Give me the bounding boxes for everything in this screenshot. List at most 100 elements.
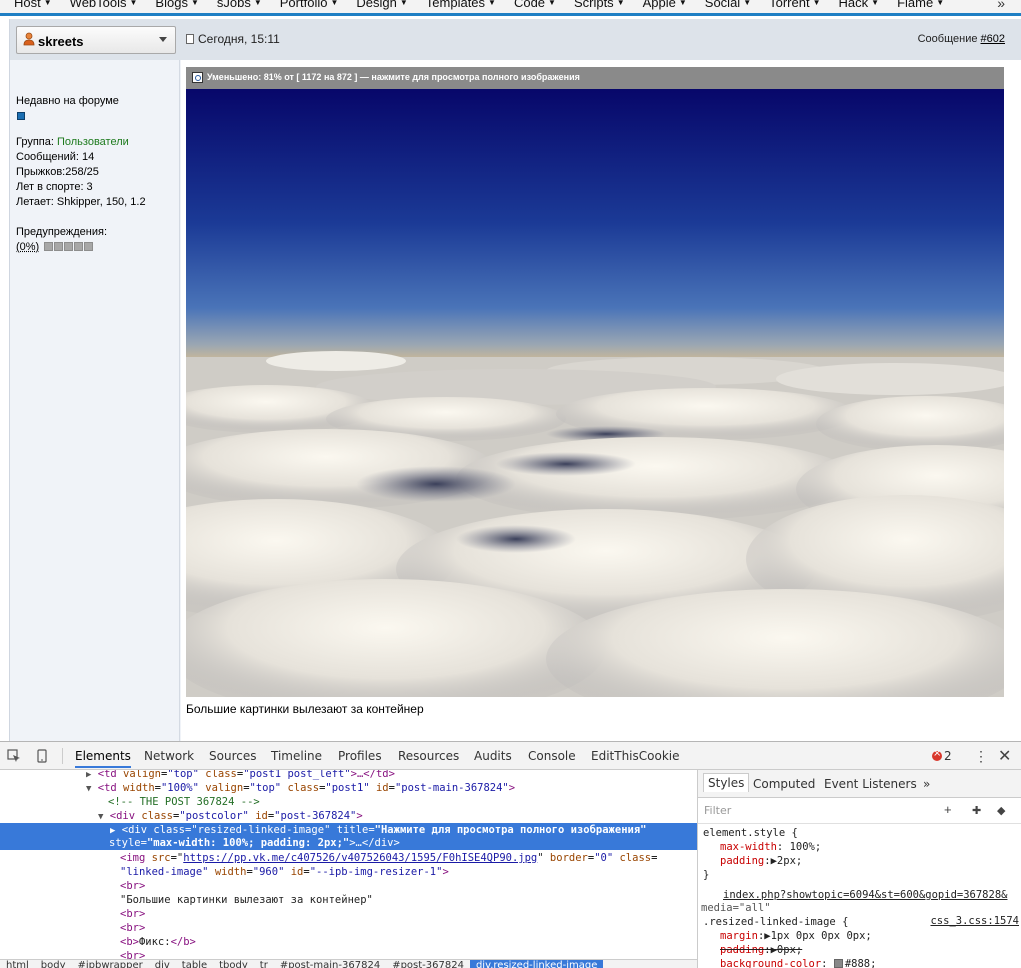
nav-item-scripts[interactable]: Scripts ▼: [574, 0, 625, 10]
dom-node-br[interactable]: <br>: [120, 879, 145, 893]
warning-level-boxes: [44, 242, 94, 254]
post-image-clouds[interactable]: [186, 89, 1004, 697]
nav-item-sjobs[interactable]: sJobs ▼: [217, 0, 262, 10]
devtools-toolbar: Elements Network Sources Timeline Profil…: [0, 742, 1021, 770]
tab-editthiscookie[interactable]: EditThisCookie: [591, 749, 680, 763]
user-jumps: Прыжков:258/25: [16, 166, 99, 178]
nav-item-portfolio[interactable]: Portfolio ▼: [280, 0, 339, 10]
tab-event-listeners[interactable]: Event Listeners: [824, 777, 917, 791]
dom-node-img[interactable]: <img src="https://pp.vk.me/c407526/v4075…: [120, 851, 657, 865]
style-source-link[interactable]: index.php?showtopic=6094&st=600&gopid=36…: [723, 888, 1007, 902]
caret-down-icon: ▼: [936, 0, 945, 7]
nav-item-label: Code: [513, 0, 546, 10]
tab-audits[interactable]: Audits: [474, 749, 512, 763]
warning-box: [74, 242, 84, 251]
dom-node-resized-div-style: style="max-width: 100%; padding: 2px;">……: [109, 837, 400, 849]
nav-item-label: Apple: [642, 0, 676, 10]
dom-text-node[interactable]: "Большие картинки вылезают за контейнер": [120, 893, 373, 907]
warning-box: [84, 242, 94, 251]
tab-computed[interactable]: Computed: [753, 777, 815, 791]
nav-item-torrent[interactable]: Torrent ▼: [769, 0, 820, 10]
user-info-panel: Недавно на форуме Группа: Пользователи С…: [10, 60, 180, 741]
post-header: skreets Сегодня, 15:11 Сообщение #602: [10, 19, 1021, 60]
breadcrumb-item[interactable]: #post-main-367824: [274, 960, 386, 968]
nav-item-blogs[interactable]: Blogs ▼: [155, 0, 198, 10]
add-rule-icon[interactable]: +: [944, 802, 952, 817]
caret-down-icon: ▼: [871, 0, 880, 7]
user-group: Группа: Пользователи: [16, 136, 129, 148]
dom-node-b[interactable]: <b>Фикс:</b>: [120, 935, 196, 949]
more-options-icon[interactable]: ⋮: [974, 748, 988, 765]
pin-icon[interactable]: ✚: [972, 804, 981, 817]
breadcrumb-item[interactable]: div.resized-linked-image: [469, 960, 604, 968]
breadcrumb-item[interactable]: tbody: [213, 960, 254, 968]
tab-network[interactable]: Network: [144, 749, 194, 763]
dom-comment[interactable]: <!-- THE POST 367824 -->: [108, 795, 260, 809]
rule-source-link[interactable]: css_3.css:1574: [930, 915, 1019, 927]
nav-item-design[interactable]: Design ▼: [356, 0, 407, 10]
dom-node-postcolor[interactable]: ▼ <div class="postcolor" id="post-367824…: [98, 809, 363, 824]
warning-box: [54, 242, 64, 251]
caret-down-icon: ▼: [548, 0, 556, 7]
nav-item-label: sJobs: [216, 0, 251, 10]
css-decl-padding[interactable]: padding:▶2px;: [720, 854, 802, 868]
dom-node-br[interactable]: <br>: [120, 907, 145, 921]
post-number-link[interactable]: #602: [981, 33, 1005, 45]
tab-profiles[interactable]: Profiles: [338, 749, 382, 763]
breadcrumb-item[interactable]: html: [0, 960, 35, 968]
breadcrumb-item[interactable]: #post-367824: [386, 960, 470, 968]
dom-node-selected[interactable]: ▶ <div class="resized-linked-image" titl…: [0, 823, 697, 850]
styles-filter: Filter + ✚ ◆: [698, 798, 1021, 824]
nav-item-social[interactable]: Social ▼: [705, 0, 751, 10]
tab-timeline[interactable]: Timeline: [271, 749, 322, 763]
breadcrumb-item[interactable]: table: [176, 960, 213, 968]
filter-input[interactable]: Filter: [704, 804, 731, 817]
dom-node-img-cont[interactable]: "linked-image" width="960" id="--ipb-img…: [120, 865, 449, 879]
top-nav-items: Host ▼ WebTools ▼ Blogs ▼ sJobs ▼ Portfolio ▼ Desi…: [0, 0, 948, 11]
nav-item-code[interactable]: Code ▼: [514, 0, 556, 10]
caret-down-icon: ▼: [743, 0, 752, 7]
device-mode-icon[interactable]: [35, 749, 49, 763]
caret-down-icon: ▼: [616, 0, 625, 7]
nav-item-hack[interactable]: Hack ▼: [839, 0, 880, 10]
tab-console[interactable]: Console: [528, 749, 576, 763]
breadcrumb-item[interactable]: tr: [254, 960, 274, 968]
error-count-badge[interactable]: 2: [932, 748, 952, 763]
css-decl-max-width[interactable]: max-width: 100%;: [720, 840, 821, 854]
nav-item-templates[interactable]: Templates ▼: [426, 0, 496, 10]
tab-elements[interactable]: Elements: [75, 749, 131, 768]
recently-online-text: Недавно на форуме: [16, 95, 119, 107]
dom-node-td-main[interactable]: ▼ <td width="100%" valign="top" class="p…: [86, 781, 515, 796]
error-count: 2: [944, 749, 952, 763]
nav-item-host[interactable]: Host ▼: [14, 0, 52, 10]
css-decl-background-color[interactable]: background-color: #888;: [720, 957, 876, 968]
css-decl-margin[interactable]: margin:▶1px 0px 0px 0px;: [720, 929, 872, 943]
nav-item-webtools[interactable]: WebTools ▼: [70, 0, 138, 10]
breadcrumb-item[interactable]: div: [149, 960, 176, 968]
breadcrumb-item[interactable]: body: [35, 960, 72, 968]
toggle-state-icon[interactable]: ◆: [997, 804, 1005, 817]
nav-item-flame[interactable]: Flame ▼: [897, 0, 944, 10]
tab-sources[interactable]: Sources: [209, 749, 256, 763]
nav-item-label: Design: [356, 0, 397, 10]
top-nav: Host ▼ WebTools ▼ Blogs ▼ sJobs ▼ Portfolio ▼ Desi…: [0, 0, 1021, 16]
media-query: media="all": [701, 902, 771, 914]
post-text: Большие картинки вылезают за контейнер: [186, 702, 424, 716]
top-nav-more[interactable]: »: [997, 0, 1005, 11]
chevron-down-icon: [159, 37, 167, 42]
warnings-value[interactable]: (0%): [16, 241, 39, 253]
styles-tabs-more[interactable]: »: [923, 777, 930, 791]
tab-resources[interactable]: Resources: [398, 749, 459, 763]
breadcrumb-item[interactable]: #ipbwrapper: [72, 960, 149, 968]
css-decl-padding-overridden[interactable]: padding:▶0px;: [720, 943, 802, 957]
user-dropdown[interactable]: skreets: [16, 26, 176, 54]
dom-node-br[interactable]: <br>: [120, 921, 145, 935]
image-resize-bar[interactable]: Уменьшено: 81% от [ 1172 на 872 ] — нажм…: [186, 67, 1004, 89]
forum-post: skreets Сегодня, 15:11 Сообщение #602 Не…: [9, 19, 1021, 741]
color-swatch[interactable]: [833, 959, 843, 968]
inspect-element-icon[interactable]: [7, 749, 21, 763]
group-link[interactable]: Пользователи: [57, 136, 129, 148]
nav-item-apple[interactable]: Apple ▼: [643, 0, 687, 10]
close-icon[interactable]: ✕: [998, 746, 1011, 766]
tab-styles[interactable]: Styles: [703, 773, 750, 792]
